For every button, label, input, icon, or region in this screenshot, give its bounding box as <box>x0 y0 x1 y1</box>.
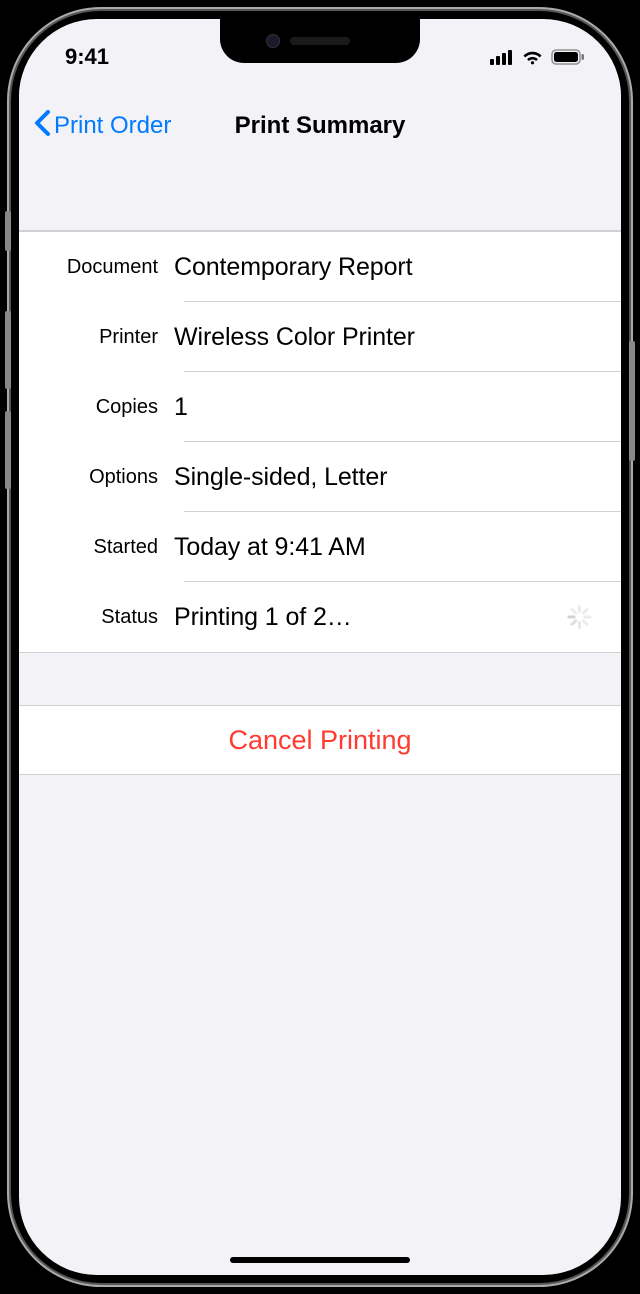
copies-row: Copies 1 <box>19 372 621 442</box>
phone-frame: 9:41 Print Order Print Summary <box>11 11 629 1283</box>
volume-down-button <box>5 411 11 489</box>
earpiece-speaker <box>290 37 350 45</box>
options-value: Single-sided, Letter <box>174 463 601 492</box>
printer-value: Wireless Color Printer <box>174 323 601 352</box>
battery-icon <box>551 49 585 65</box>
printer-row: Printer Wireless Color Printer <box>19 302 621 372</box>
notch <box>220 19 420 63</box>
screen: 9:41 Print Order Print Summary <box>19 19 621 1275</box>
home-indicator[interactable] <box>230 1257 410 1263</box>
copies-value: 1 <box>174 393 601 422</box>
volume-up-button <box>5 311 11 389</box>
navigation-bar: Print Order Print Summary <box>19 77 621 175</box>
copies-label: Copies <box>19 396 174 419</box>
cancel-printing-button[interactable]: Cancel Printing <box>19 706 621 774</box>
cancel-button-label: Cancel Printing <box>228 725 411 756</box>
started-row: Started Today at 9:41 AM <box>19 512 621 582</box>
cellular-signal-icon <box>490 49 514 65</box>
started-label: Started <box>19 536 174 559</box>
status-time: 9:41 <box>65 44 109 70</box>
power-button <box>629 341 635 461</box>
status-label: Status <box>19 606 174 629</box>
back-button-label: Print Order <box>54 112 171 140</box>
document-row: Document Contemporary Report <box>19 232 621 302</box>
activity-spinner-icon <box>565 603 593 631</box>
options-row: Options Single-sided, Letter <box>19 442 621 512</box>
options-label: Options <box>19 466 174 489</box>
document-value: Contemporary Report <box>174 253 601 282</box>
status-icons <box>490 49 585 65</box>
printer-label: Printer <box>19 326 174 349</box>
wifi-icon <box>521 49 544 65</box>
chevron-left-icon <box>33 109 51 144</box>
summary-group: Document Contemporary Report Printer Wir… <box>19 231 621 653</box>
cancel-group: Cancel Printing <box>19 705 621 775</box>
mute-switch <box>5 211 11 251</box>
front-camera <box>266 34 280 48</box>
document-label: Document <box>19 256 174 279</box>
status-value: Printing 1 of 2… <box>174 603 565 632</box>
header-spacer <box>19 175 621 231</box>
started-value: Today at 9:41 AM <box>174 533 601 562</box>
status-row: Status Printing 1 of 2… <box>19 582 621 652</box>
back-button[interactable]: Print Order <box>33 109 171 144</box>
section-gap <box>19 653 621 705</box>
